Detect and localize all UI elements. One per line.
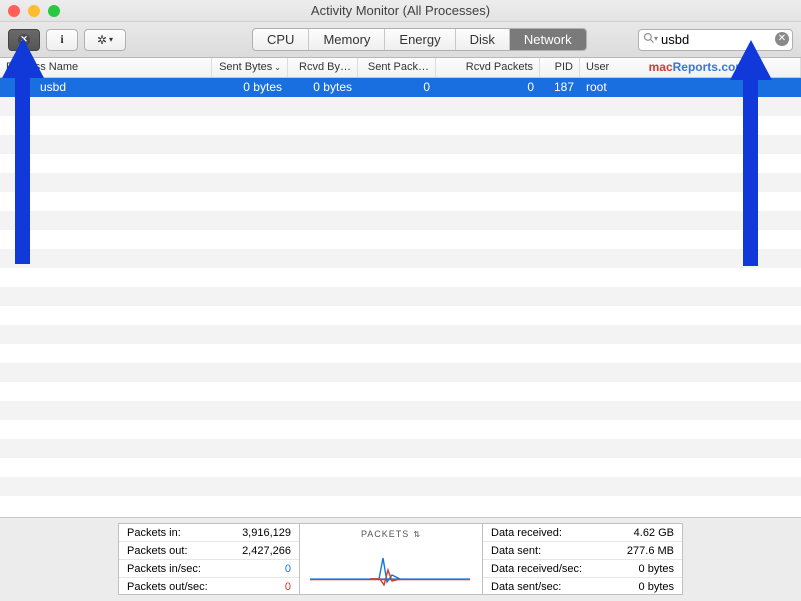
packets-chart-panel[interactable]: PACKETS ⇅ (300, 523, 482, 595)
data-received-value: 4.62 GB (634, 527, 674, 539)
column-rcvd-bytes[interactable]: Rcvd By… (288, 58, 358, 77)
sort-descending-icon: ⌄ (274, 63, 281, 72)
close-window-button[interactable] (8, 5, 20, 17)
data-received-label: Data received: (491, 527, 562, 539)
packets-in-label: Packets in: (127, 527, 181, 539)
clear-search-button[interactable]: ✕ (775, 32, 789, 46)
chevron-down-icon: ▾ (109, 35, 113, 44)
info-icon: i (60, 32, 63, 47)
cell-rcvd-bytes: 0 bytes (288, 78, 358, 97)
process-table[interactable]: usbd 0 bytes 0 bytes 0 0 187 root (0, 78, 801, 518)
data-sent-sec-value: 0 bytes (639, 581, 674, 593)
packets-out-label: Packets out: (127, 545, 188, 557)
packets-in-sec-label: Packets in/sec: (127, 563, 201, 575)
watermark-mac: mac (649, 60, 673, 74)
data-panel: Data received: 4.62 GB Data sent: 277.6 MB… (482, 523, 683, 595)
tab-segmented-control: CPU Memory Energy Disk Network (252, 28, 587, 51)
data-received-sec-label: Data received/sec: (491, 563, 582, 575)
chart-label: PACKETS ⇅ (300, 529, 482, 539)
data-sent-value: 277.6 MB (627, 545, 674, 557)
table-row-empty (0, 97, 801, 116)
packets-out-value: 2,427,266 (242, 545, 291, 557)
cell-sent-bytes: 0 bytes (212, 78, 288, 97)
titlebar: Activity Monitor (All Processes) (0, 0, 801, 22)
minimize-window-button[interactable] (28, 5, 40, 17)
column-pid[interactable]: PID (540, 58, 580, 77)
packets-out-sec-value: 0 (285, 581, 291, 593)
zoom-window-button[interactable] (48, 5, 60, 17)
table-row-empty (0, 116, 801, 135)
packets-in-value: 3,916,129 (242, 527, 291, 539)
tab-disk[interactable]: Disk (456, 29, 510, 50)
settings-menu-button[interactable]: ✲▾ (84, 29, 126, 51)
annotation-arrow-left (2, 38, 42, 268)
inspect-process-button[interactable]: i (46, 29, 78, 51)
column-label: Sent Bytes (219, 61, 272, 73)
column-sent-packets[interactable]: Sent Pack… (358, 58, 436, 77)
window-title: Activity Monitor (All Processes) (0, 3, 801, 18)
chart-menu-caret-icon: ⇅ (413, 531, 421, 539)
packets-panel: Packets in: 3,916,129 Packets out: 2,427,2… (118, 523, 300, 595)
tab-memory[interactable]: Memory (309, 29, 385, 50)
tab-cpu[interactable]: CPU (253, 29, 309, 50)
cell-pid: 187 (540, 78, 580, 97)
data-sent-label: Data sent: (491, 545, 541, 557)
data-sent-sec-label: Data sent/sec: (491, 581, 561, 593)
annotation-arrow-right (730, 40, 770, 270)
cell-sent-packets: 0 (358, 78, 436, 97)
chart-label-text: PACKETS (361, 529, 409, 539)
packets-out-sec-label: Packets out/sec: (127, 581, 208, 593)
cell-rcvd-packets: 0 (436, 78, 540, 97)
search-menu-caret-icon[interactable]: ▾ (654, 34, 658, 43)
column-sent-bytes[interactable]: Sent Bytes⌄ (212, 58, 288, 77)
tab-network[interactable]: Network (510, 29, 586, 50)
table-row[interactable]: usbd 0 bytes 0 bytes 0 0 187 root (0, 78, 801, 97)
window-controls (8, 5, 60, 17)
footer-stats: Packets in: 3,916,129 Packets out: 2,427,2… (0, 518, 801, 600)
tab-energy[interactable]: Energy (385, 29, 455, 50)
table-header: Process Name Sent Bytes⌄ Rcvd By… Sent P… (0, 58, 801, 78)
packets-in-sec-value: 0 (285, 563, 291, 575)
gear-icon: ✲ (97, 33, 107, 47)
column-rcvd-packets[interactable]: Rcvd Packets (436, 58, 540, 77)
data-received-sec-value: 0 bytes (639, 563, 674, 575)
toolbar: ✕ i ✲▾ CPU Memory Energy Disk Network ▾ … (0, 22, 801, 58)
sparkline-chart (310, 552, 470, 586)
